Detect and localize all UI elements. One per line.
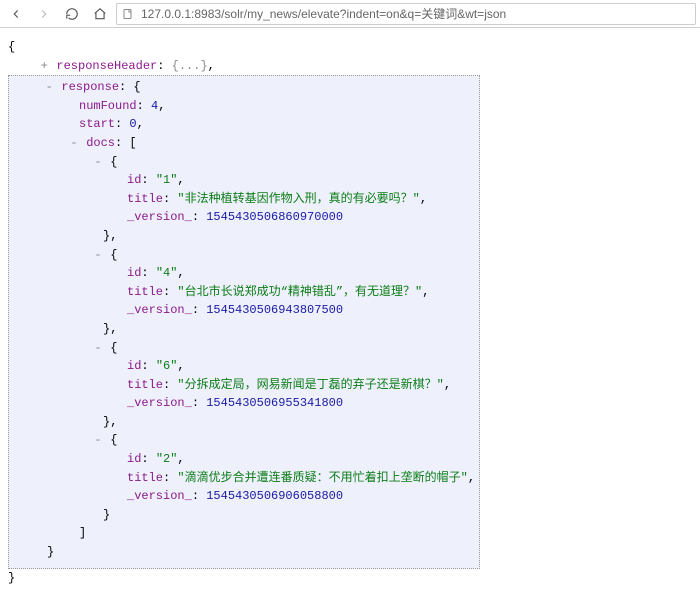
json-key: _version_ <box>127 489 192 503</box>
arrow-left-icon <box>9 7 23 21</box>
json-key: title <box>127 378 163 392</box>
json-key: docs <box>86 136 115 150</box>
json-string: "分拆成定局，网易新闻是丁磊的弃子还是新棋？" <box>177 378 443 392</box>
json-key: numFound <box>79 99 137 113</box>
browser-toolbar <box>0 0 700 28</box>
json-key: id <box>127 452 141 466</box>
collapsed-object[interactable]: {...} <box>172 59 208 73</box>
home-button[interactable] <box>88 3 112 25</box>
root-open-brace: { <box>8 40 15 54</box>
json-string: "1" <box>156 173 178 187</box>
json-string: "6" <box>156 359 178 373</box>
json-key: id <box>127 173 141 187</box>
json-number: 1545430506860970000 <box>206 210 343 224</box>
home-icon <box>93 7 107 21</box>
forward-button[interactable] <box>32 3 56 25</box>
json-key: _version_ <box>127 303 192 317</box>
collapse-toggle[interactable]: - <box>44 78 54 97</box>
json-number: 1545430506943807500 <box>206 303 343 317</box>
json-string: "4" <box>156 266 178 280</box>
selected-block: - response: { numFound: 4, start: 0, - d… <box>8 75 480 568</box>
json-key: response <box>61 80 119 94</box>
url-bar[interactable] <box>116 3 696 25</box>
collapse-toggle[interactable]: - <box>93 246 103 265</box>
collapse-toggle[interactable]: - <box>93 153 103 172</box>
json-string: "滴滴优步合并遭连番质疑：不用忙着扣上垄断的帽子" <box>177 471 467 485</box>
back-button[interactable] <box>4 3 28 25</box>
reload-button[interactable] <box>60 3 84 25</box>
json-viewer: { + responseHeader: {...}, - response: {… <box>0 28 700 597</box>
root-close-brace: } <box>8 571 15 585</box>
json-string: "非法种植转基因作物入刑，真的有必要吗？" <box>177 192 419 206</box>
docs-array: - {id: "1",title: "非法种植转基因作物入刑，真的有必要吗？",… <box>21 153 475 525</box>
json-number: 1545430506955341800 <box>206 396 343 410</box>
json-key: start <box>79 117 115 131</box>
json-key: title <box>127 192 163 206</box>
url-input[interactable] <box>139 6 691 22</box>
json-key: _version_ <box>127 396 192 410</box>
json-key: responseHeader <box>56 59 157 73</box>
json-string: "2" <box>156 452 178 466</box>
json-number: 0 <box>129 117 136 131</box>
json-string: "台北市长说郑成功“精神错乱”，有无道理？" <box>177 285 422 299</box>
json-number: 1545430506906058800 <box>206 489 343 503</box>
collapse-toggle[interactable]: - <box>93 339 103 358</box>
json-key: title <box>127 471 163 485</box>
json-key: title <box>127 285 163 299</box>
json-key: id <box>127 266 141 280</box>
expand-toggle[interactable]: + <box>39 57 49 76</box>
arrow-right-icon <box>37 7 51 21</box>
page-icon <box>121 7 135 21</box>
reload-icon <box>65 7 79 21</box>
json-key: id <box>127 359 141 373</box>
collapse-toggle[interactable]: - <box>69 134 79 153</box>
collapse-toggle[interactable]: - <box>93 431 103 450</box>
json-key: _version_ <box>127 210 192 224</box>
